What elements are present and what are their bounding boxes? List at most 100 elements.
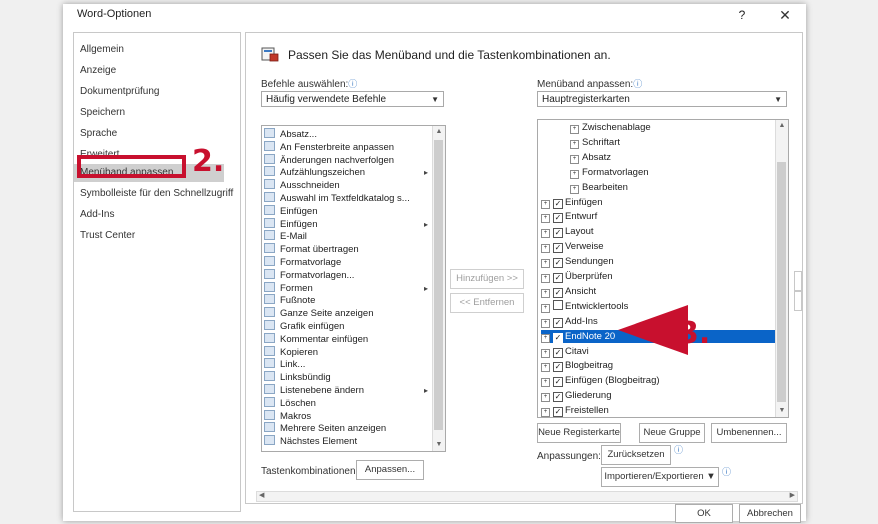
tree-item[interactable]: + ✓ Verweise: [541, 240, 776, 254]
list-item[interactable]: Änderungen nachverfolgen: [264, 153, 394, 167]
scroll-up-icon[interactable]: ▲: [433, 126, 445, 138]
nav-item-allgemein[interactable]: Allgemein: [80, 41, 124, 59]
scroll-thumb[interactable]: [777, 162, 786, 402]
list-item[interactable]: Linksbündig: [264, 371, 331, 384]
list-item[interactable]: Makros: [264, 409, 311, 423]
tree-item[interactable]: + ✓ Blogbeitrag: [541, 359, 776, 373]
list-item[interactable]: Ausschneiden: [264, 179, 340, 192]
expand-icon[interactable]: +: [541, 288, 550, 298]
expand-icon[interactable]: +: [570, 139, 579, 149]
list-item[interactable]: Mehrere Seiten anzeigen: [264, 422, 386, 435]
list-item[interactable]: Absatz...: [264, 128, 317, 141]
tree-item[interactable]: + ✓ Einfügen: [541, 196, 776, 209]
checkbox[interactable]: ✓: [553, 243, 563, 254]
checkbox[interactable]: ✓: [553, 213, 563, 224]
reset-button[interactable]: Zurücksetzen ▼: [601, 445, 671, 478]
list-item[interactable]: Kopieren: [264, 345, 318, 359]
list-item[interactable]: Auswahl im Textfeldkatalog s...: [264, 192, 410, 205]
expand-icon[interactable]: +: [541, 363, 550, 373]
list-item[interactable]: Aufzählungszeichen ▸: [264, 166, 428, 179]
list-item[interactable]: Einfügen: [264, 204, 318, 218]
tree-item[interactable]: + ✓ Gliederung: [541, 389, 776, 403]
checkbox[interactable]: ✓: [553, 392, 563, 403]
expand-icon[interactable]: +: [541, 274, 550, 283]
checkbox[interactable]: ✓: [553, 273, 563, 283]
nav-item-trust-center[interactable]: Trust Center: [80, 227, 135, 245]
import-export-button[interactable]: Importieren/Exportieren ▼: [601, 467, 719, 487]
expand-icon[interactable]: +: [541, 318, 550, 328]
expand-icon[interactable]: +: [541, 259, 550, 269]
customize-shortcuts-button[interactable]: Anpassen...: [356, 460, 424, 480]
checkbox[interactable]: ✓: [553, 377, 563, 388]
new-tab-button[interactable]: Neue Registerkarte: [537, 423, 621, 443]
checkbox[interactable]: ✓: [553, 258, 563, 269]
expand-icon[interactable]: +: [541, 199, 550, 209]
horizontal-scrollbar[interactable]: ◀ ▶: [256, 491, 798, 502]
nav-item-speichern[interactable]: Speichern: [80, 104, 125, 122]
cancel-button[interactable]: Abbrechen: [739, 504, 801, 523]
nav-item-sprache[interactable]: Sprache: [80, 125, 117, 143]
move-down-button[interactable]: [794, 291, 802, 311]
expand-icon[interactable]: +: [541, 408, 550, 417]
move-up-button[interactable]: [794, 271, 802, 291]
list-item[interactable]: Ganze Seite anzeigen: [264, 307, 373, 320]
tree-item[interactable]: + Zwischenablage: [570, 121, 770, 134]
add-button[interactable]: Hinzufügen >>: [450, 269, 524, 289]
checkbox[interactable]: ✓: [553, 347, 563, 358]
tree-item[interactable]: + Bearbeiten: [570, 181, 770, 194]
list-item[interactable]: Fußnote: [264, 294, 315, 307]
tree-item[interactable]: + ✓ Sendungen: [541, 255, 776, 269]
scroll-up-icon[interactable]: ▲: [776, 120, 788, 132]
tree-item[interactable]: + Formatvorlagen: [570, 166, 770, 179]
list-item[interactable]: Kommentar einfügen: [264, 332, 368, 346]
list-item[interactable]: Einfügen ▸: [264, 217, 428, 231]
expand-icon[interactable]: +: [541, 393, 550, 403]
scroll-thumb[interactable]: [434, 140, 443, 430]
commands-select[interactable]: Häufig verwendete Befehle ▼: [261, 91, 444, 107]
tree-item[interactable]: + ✓ Entwurf: [541, 210, 776, 224]
nav-item-add-ins[interactable]: Add-Ins: [80, 206, 114, 224]
help-button[interactable]: ?: [733, 6, 751, 24]
commands-scrollbar[interactable]: ▲ ▼: [432, 126, 445, 451]
checkbox[interactable]: ✓: [553, 287, 563, 298]
list-item[interactable]: Löschen: [264, 396, 316, 410]
tree-item[interactable]: + Absatz: [570, 151, 770, 164]
nav-item-anzeige[interactable]: Anzeige: [80, 62, 116, 80]
ribbon-tabs-select[interactable]: Hauptregisterkarten ▼: [537, 91, 787, 107]
nav-item-schnellzugriff[interactable]: Symbolleiste für den Schnellzugriff: [80, 185, 233, 203]
list-item[interactable]: Formatvorlage: [264, 256, 341, 269]
expand-icon[interactable]: +: [541, 348, 550, 358]
remove-button[interactable]: << Entfernen: [450, 293, 524, 313]
checkbox[interactable]: ✓: [553, 228, 563, 239]
list-item[interactable]: Formatvorlagen...: [264, 268, 354, 282]
expand-icon[interactable]: +: [570, 184, 579, 194]
rename-button[interactable]: Umbenennen...: [711, 423, 787, 443]
expand-icon[interactable]: +: [541, 214, 550, 224]
expand-icon[interactable]: +: [541, 229, 550, 239]
list-item[interactable]: Formen ▸: [264, 281, 428, 295]
expand-icon[interactable]: +: [570, 125, 579, 134]
tree-item[interactable]: + ✓ Überprüfen: [541, 270, 776, 283]
checkbox[interactable]: ✓: [553, 407, 563, 417]
expand-icon[interactable]: +: [541, 378, 550, 388]
tree-item[interactable]: + ✓ Freistellen: [541, 404, 776, 417]
scroll-down-icon[interactable]: ▼: [433, 439, 445, 451]
checkbox[interactable]: ✓: [553, 317, 563, 328]
tree-item[interactable]: + ✓ Layout: [541, 225, 776, 239]
list-item[interactable]: Link...: [264, 358, 305, 371]
tree-item[interactable]: + ✓ Ansicht: [541, 285, 776, 298]
scroll-left-icon[interactable]: ◀: [259, 491, 264, 499]
scroll-right-icon[interactable]: ▶: [790, 491, 795, 499]
list-item[interactable]: Grafik einfügen: [264, 320, 344, 333]
list-item[interactable]: An Fensterbreite anpassen: [264, 140, 394, 154]
expand-icon[interactable]: +: [570, 154, 579, 164]
checkbox[interactable]: ✓: [553, 198, 563, 209]
ok-button[interactable]: OK: [675, 504, 733, 523]
tree-item[interactable]: + ✓ Einfügen (Blogbeitrag): [541, 374, 776, 388]
expand-icon[interactable]: +: [570, 169, 579, 179]
list-item[interactable]: Format übertragen: [264, 243, 359, 256]
scroll-down-icon[interactable]: ▼: [776, 405, 788, 417]
new-group-button[interactable]: Neue Gruppe: [639, 423, 705, 443]
tree-item[interactable]: + Schriftart: [570, 136, 770, 149]
expand-icon[interactable]: +: [541, 333, 550, 343]
